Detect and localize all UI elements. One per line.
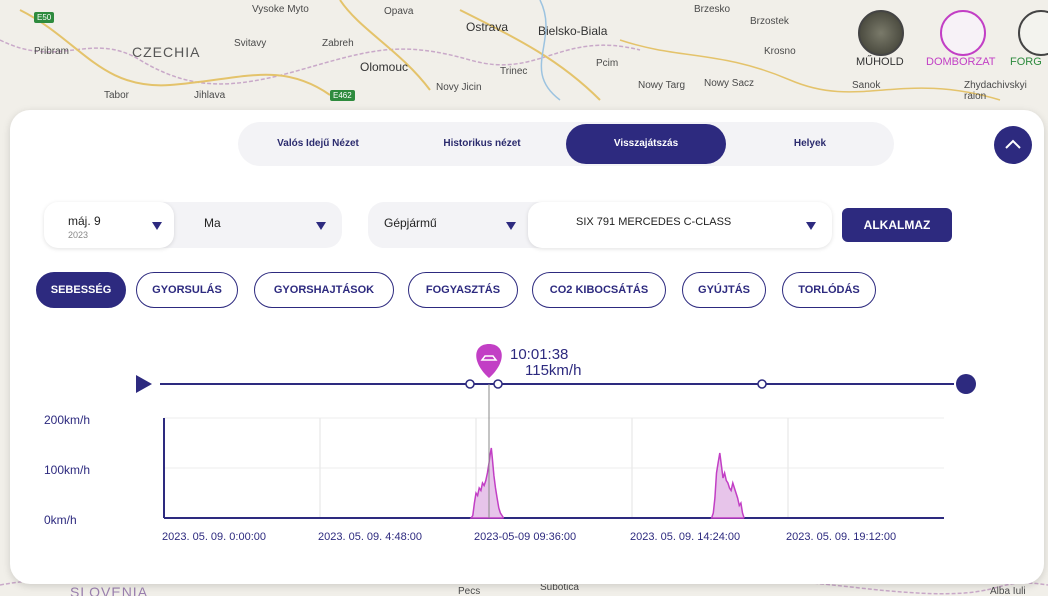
vehicle-type-value: Gépjármű — [384, 216, 437, 230]
tab-realtime[interactable]: Valós Idejű Nézet — [238, 122, 398, 166]
metric-chip-acceleration[interactable]: GYORSULÁS — [136, 272, 238, 308]
map-city-label: Nowy Sacz — [704, 78, 755, 89]
chevron-down-icon — [152, 222, 162, 230]
metric-chip-speed[interactable]: SEBESSÉG — [36, 272, 126, 308]
car-marker-pin-icon — [476, 344, 502, 378]
apply-button[interactable]: ALKALMAZ — [842, 208, 952, 242]
roads-layer-label: FORG — [1010, 56, 1042, 68]
map-city-label: Krosno — [764, 46, 796, 57]
metric-chip-ignition[interactable]: GYÚJTÁS — [682, 272, 766, 308]
map-city-label: Opava — [384, 6, 414, 17]
tab-historical[interactable]: Historikus nézet — [398, 122, 566, 166]
map-city-label: Sanok — [852, 80, 881, 91]
chevron-up-icon — [1005, 139, 1021, 149]
date-from-select[interactable]: máj. 9 2023 — [44, 202, 174, 248]
y-tick-label: 200km/h — [44, 413, 91, 427]
date-to-select[interactable]: Ma — [174, 202, 342, 248]
metric-chip-congestion[interactable]: TORLÓDÁS — [782, 272, 876, 308]
vehicle-filter: Gépjármű SIX 791 MERCEDES C-CLASS — [368, 202, 832, 248]
x-tick-label: 2023. 05. 09. 4:48:00 — [318, 531, 422, 543]
chevron-down-icon — [806, 222, 816, 230]
map-city-label: Brzesko — [694, 4, 731, 15]
marker-speed-label: 115km/h — [525, 362, 582, 379]
vehicle-value: SIX 791 MERCEDES C-CLASS — [576, 216, 732, 228]
timeline-event-dot — [493, 379, 503, 389]
view-tabs: Valós Idejű Nézet Historikus nézet Vissz… — [238, 122, 894, 166]
map-city-label: Novy Jicin — [436, 82, 482, 93]
map-country-label: CZECHIA — [132, 44, 201, 60]
metric-chip-co2[interactable]: CO2 KIBOCSÁTÁS — [532, 272, 666, 308]
speed-series-area — [710, 452, 745, 519]
date-from-year: 2023 — [68, 230, 89, 240]
satellite-layer-label: MŰHOLD — [856, 56, 904, 68]
map-city-label: Pribram — [34, 46, 70, 57]
terrain-layer-label: DOMBORZAT — [926, 56, 996, 68]
playback-panel: Valós Idejű Nézet Historikus nézet Vissz… — [10, 110, 1044, 584]
x-tick-label: 2023. 05. 09. 14:24:00 — [630, 531, 741, 543]
y-tick-label: 0km/h — [44, 513, 77, 527]
map-country-label: SLOVENIA — [70, 584, 149, 596]
map-city-label: Zabreh — [322, 38, 354, 49]
map-city-label: Nowy Targ — [638, 80, 686, 91]
map-city-label: Zhydachivskyi raion — [964, 80, 1027, 102]
map-city-label: Trinec — [500, 66, 528, 77]
map-city-label: Olomouc — [360, 60, 409, 74]
map-city-label: Pecs — [458, 586, 481, 596]
date-to-value: Ma — [204, 216, 221, 230]
timeline-event-dot — [465, 379, 475, 389]
vehicle-type-select[interactable]: Gépjármű — [368, 202, 528, 248]
chevron-down-icon — [316, 222, 326, 230]
date-from-value: máj. 9 — [68, 214, 101, 228]
metric-chip-speeding[interactable]: GYORSHAJTÁSOK — [254, 272, 394, 308]
map-city-label: Brzostek — [750, 16, 789, 27]
satellite-layer-button[interactable] — [858, 10, 904, 56]
play-icon[interactable] — [136, 375, 152, 393]
timeline-end-handle[interactable] — [956, 374, 976, 394]
x-tick-label: 2023. 05. 09. 19:12:00 — [786, 531, 897, 543]
map-city-label: Ostrava — [466, 20, 509, 34]
marker-time-label: 10:01:38 — [510, 346, 569, 363]
collapse-panel-button[interactable] — [994, 126, 1032, 164]
map-city-label: Alba Iuli — [990, 586, 1026, 596]
tab-playback[interactable]: Visszajátszás — [566, 124, 726, 164]
map-city-label: Bielsko-Biala — [538, 24, 608, 38]
x-tick-label: 2023. 05. 09. 0:00:00 — [162, 531, 266, 543]
tab-places[interactable]: Helyek — [726, 122, 894, 166]
chevron-down-icon — [506, 222, 516, 230]
metric-chip-consumption[interactable]: FOGYASZTÁS — [408, 272, 518, 308]
map-city-label: Vysoke Myto — [252, 4, 309, 15]
x-tick-label: 2023-05-09 09:36:00 — [474, 531, 577, 543]
terrain-layer-button[interactable] — [940, 10, 986, 56]
y-tick-label: 100km/h — [44, 463, 91, 477]
map-city-label: Jihlava — [194, 90, 226, 101]
map-city-label: Pcim — [596, 58, 619, 69]
date-range-filter: máj. 9 2023 Ma — [44, 202, 342, 248]
vehicle-select[interactable]: SIX 791 MERCEDES C-CLASS — [528, 202, 832, 248]
road-badge: E462 — [330, 90, 355, 101]
timeline-event-dot — [757, 379, 767, 389]
map-city-label: Tabor — [104, 90, 130, 101]
map-city-label: Svitavy — [234, 38, 267, 49]
road-badge: E50 — [34, 12, 55, 23]
